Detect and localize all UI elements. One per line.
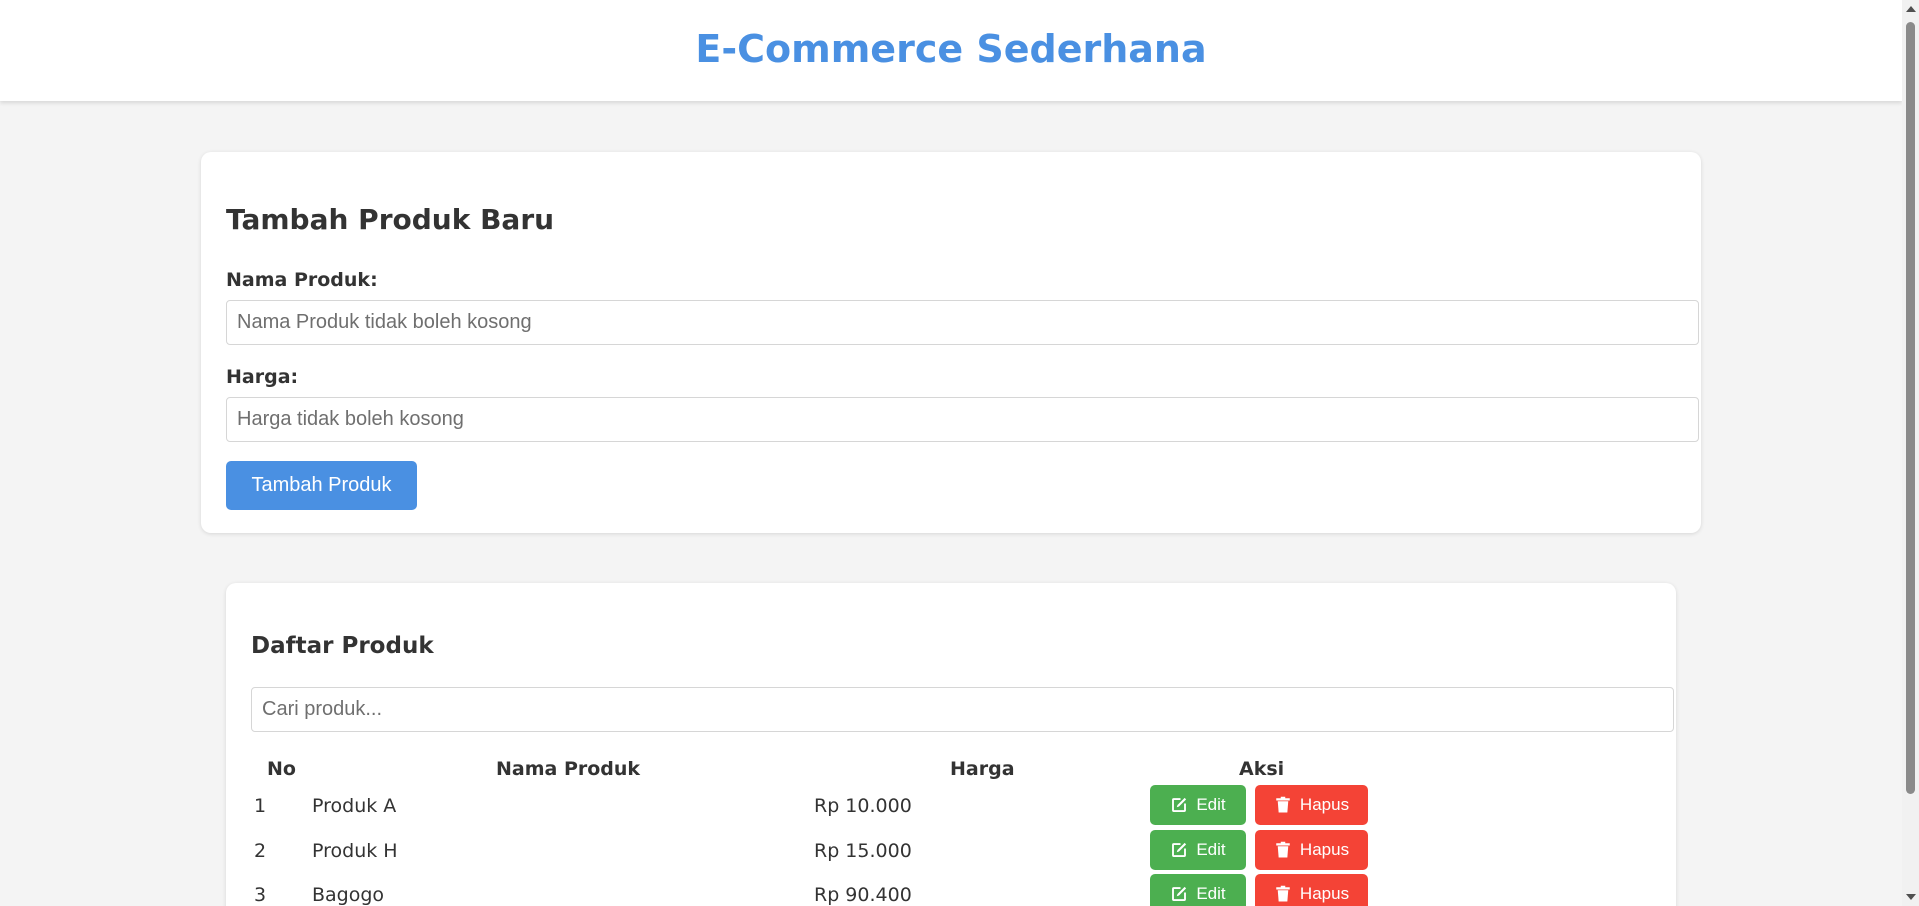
edit-icon [1172,886,1187,901]
row-number: 2 [254,840,267,862]
delete-label: Hapus [1299,795,1350,814]
trash-icon [1276,841,1290,858]
form-title: Tambah Produk Baru [226,203,555,236]
search-input[interactable] [251,687,1674,732]
product-list-card: Daftar Produk No Nama Produk Harga Aksi … [226,583,1676,906]
edit-label: Edit [1196,795,1226,814]
delete-button[interactable]: Hapus [1255,830,1368,870]
delete-button[interactable]: Hapus [1255,874,1368,906]
product-name: Produk H [312,840,398,862]
row-number: 3 [254,884,267,906]
product-name: Produk A [312,795,397,817]
table-row: 2 Produk H Rp 15.000 Edit Hapus [226,830,1676,874]
edit-icon [1172,842,1187,857]
column-header-price: Harga [950,758,1015,780]
table-row: 3 Bagogo Rp 90.400 Edit Hapus [226,874,1676,906]
product-name: Bagogo [312,884,385,906]
delete-label: Hapus [1299,840,1350,859]
edit-label: Edit [1196,840,1226,859]
product-price: Rp 15.000 [814,840,912,862]
column-header-no: No [267,758,296,780]
edit-icon [1172,797,1187,812]
table-row: 1 Produk A Rp 10.000 Edit Hapus [226,785,1676,829]
site-header: E-Commerce Sederhana [0,0,1902,101]
column-header-name: Nama Produk [496,758,641,780]
site-title: E-Commerce Sederhana [695,27,1207,71]
list-title: Daftar Produk [251,633,434,659]
add-product-form: Tambah Produk Baru Nama Produk: Harga: T… [201,152,1701,533]
product-price: Rp 10.000 [814,795,912,817]
edit-label: Edit [1196,884,1226,903]
trash-icon [1276,885,1290,902]
add-product-button[interactable]: Tambah Produk [226,461,417,510]
delete-label: Hapus [1299,884,1350,903]
row-number: 1 [254,795,267,817]
edit-button[interactable]: Edit [1150,830,1246,870]
scroll-down-icon[interactable] [1906,894,1916,900]
price-input[interactable] [226,397,1699,442]
delete-button[interactable]: Hapus [1255,785,1368,825]
product-price: Rp 90.400 [814,884,912,906]
edit-button[interactable]: Edit [1150,785,1246,825]
scroll-up-icon[interactable] [1906,6,1916,12]
scrollbar-thumb[interactable] [1906,22,1915,794]
product-name-label: Nama Produk: [226,269,378,291]
product-name-input[interactable] [226,300,1699,345]
price-label: Harga: [226,366,299,388]
column-header-actions: Aksi [1239,758,1285,780]
vertical-scrollbar[interactable] [1902,0,1919,906]
edit-button[interactable]: Edit [1150,874,1246,906]
trash-icon [1276,796,1290,813]
